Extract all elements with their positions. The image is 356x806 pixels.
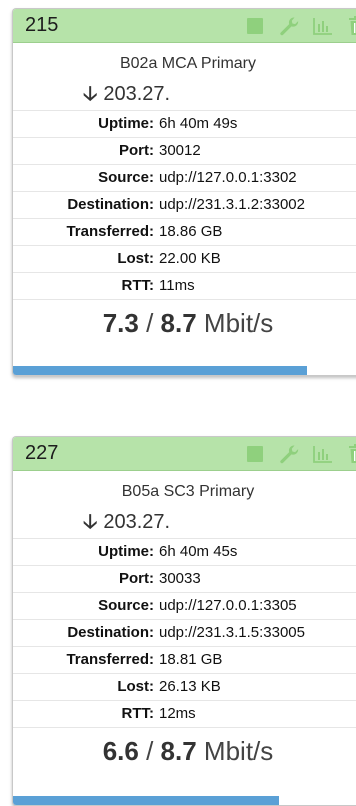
stat-value: 12ms: [159, 705, 196, 722]
stream-address: 203.27.: [103, 511, 171, 533]
stats-icon[interactable]: [311, 442, 335, 466]
stat-value: 30033: [159, 570, 201, 587]
stats-table: Uptime: 6h 40m 45s Port: 30033 Source: u…: [13, 538, 356, 728]
bitrate-separator: /: [138, 308, 161, 338]
stat-label: Transferred:: [66, 223, 154, 240]
bitrate-progress-bar: [13, 366, 307, 375]
stat-row: RTT: 12ms: [13, 701, 356, 728]
bitrate: 7.3 / 8.7 Mbit/s: [13, 306, 356, 340]
stat-row: Source: udp://127.0.0.1:3305: [13, 593, 356, 620]
bitrate-current: 7.3: [102, 308, 139, 338]
bitrate: 6.6 / 8.7 Mbit/s: [13, 734, 356, 768]
stat-row: Source: udp://127.0.0.1:3302: [13, 165, 356, 192]
wrench-icon[interactable]: [277, 14, 301, 38]
stream-id: 215: [25, 14, 59, 36]
stream-card: 215 B02a MCA Primary 🡣 203.27. Uptime: 6…: [12, 8, 356, 376]
stat-value: 6h 40m 49s: [159, 115, 238, 132]
stat-row: Lost: 26.13 KB: [13, 674, 356, 701]
stat-label: Source:: [98, 169, 154, 186]
stream-id: 227: [25, 442, 59, 464]
stat-row: Transferred: 18.86 GB: [13, 219, 356, 246]
bitrate-max: 8.7: [160, 308, 197, 338]
trash-icon[interactable]: [345, 442, 356, 466]
stat-row: Transferred: 18.81 GB: [13, 647, 356, 674]
stat-label: RTT:: [121, 705, 155, 722]
stat-row: Port: 30012: [13, 138, 356, 165]
bitrate-unit: Mbit/s: [196, 308, 274, 338]
stat-value: 18.86 GB: [159, 223, 223, 240]
stream-address: 203.27.: [103, 83, 171, 105]
stat-row: Port: 30033: [13, 566, 356, 593]
card-header: 215: [13, 9, 356, 43]
stat-value: 26.13 KB: [159, 678, 221, 695]
stat-label: Port:: [119, 142, 154, 159]
stat-value: 18.81 GB: [159, 651, 223, 668]
stat-label: Source:: [98, 597, 154, 614]
stat-value: udp://231.3.1.5:33005: [159, 624, 305, 641]
stat-value: udp://231.3.1.2:33002: [159, 196, 305, 213]
bitrate-progress-bar: [13, 796, 279, 805]
stop-icon[interactable]: [243, 14, 267, 38]
stat-row: Uptime: 6h 40m 49s: [13, 110, 356, 138]
wrench-icon[interactable]: [277, 442, 301, 466]
stat-row: Uptime: 6h 40m 45s: [13, 538, 356, 566]
card-toolbar: [243, 14, 356, 38]
stat-label: Destination:: [67, 196, 154, 213]
stat-row: RTT: 11ms: [13, 273, 356, 300]
stat-label: Uptime:: [98, 115, 154, 132]
stat-value: udp://127.0.0.1:3302: [159, 169, 297, 186]
stat-row: Lost: 22.00 KB: [13, 246, 356, 273]
stat-value: 6h 40m 45s: [159, 543, 238, 560]
stream-name: B02a MCA Primary: [119, 55, 257, 72]
stat-label: Uptime:: [98, 543, 154, 560]
stream-card: 227 B05a SC3 Primary 🡣 203.27. Uptime: 6…: [12, 436, 356, 806]
direction-line: 🡣 203.27.: [13, 81, 356, 107]
stat-label: Destination:: [67, 624, 154, 641]
trash-icon[interactable]: [345, 14, 356, 38]
stats-table: Uptime: 6h 40m 49s Port: 30012 Source: u…: [13, 110, 356, 300]
direction-line: 🡣 203.27.: [13, 509, 356, 535]
stat-label: Transferred:: [66, 651, 154, 668]
arrow-down-icon: 🡣: [83, 511, 98, 533]
stop-icon[interactable]: [243, 442, 267, 466]
stat-label: Port:: [119, 570, 154, 587]
stat-label: RTT:: [121, 277, 155, 294]
stat-value: 30012: [159, 142, 201, 159]
bitrate-separator: /: [138, 736, 161, 766]
card-header: 227: [13, 437, 356, 471]
stream-name: B05a SC3 Primary: [121, 483, 255, 500]
stat-label: Lost:: [117, 250, 154, 267]
stat-value: 11ms: [159, 277, 195, 294]
stat-value: udp://127.0.0.1:3305: [159, 597, 297, 614]
arrow-down-icon: 🡣: [83, 83, 98, 105]
stat-row: Destination: udp://231.3.1.2:33002: [13, 192, 356, 219]
bitrate-unit: Mbit/s: [196, 736, 274, 766]
stat-row: Destination: udp://231.3.1.5:33005: [13, 620, 356, 647]
bitrate-current: 6.6: [102, 736, 139, 766]
stat-label: Lost:: [117, 678, 154, 695]
card-toolbar: [243, 442, 356, 466]
stats-icon[interactable]: [311, 14, 335, 38]
stat-value: 22.00 KB: [159, 250, 221, 267]
bitrate-max: 8.7: [160, 736, 197, 766]
